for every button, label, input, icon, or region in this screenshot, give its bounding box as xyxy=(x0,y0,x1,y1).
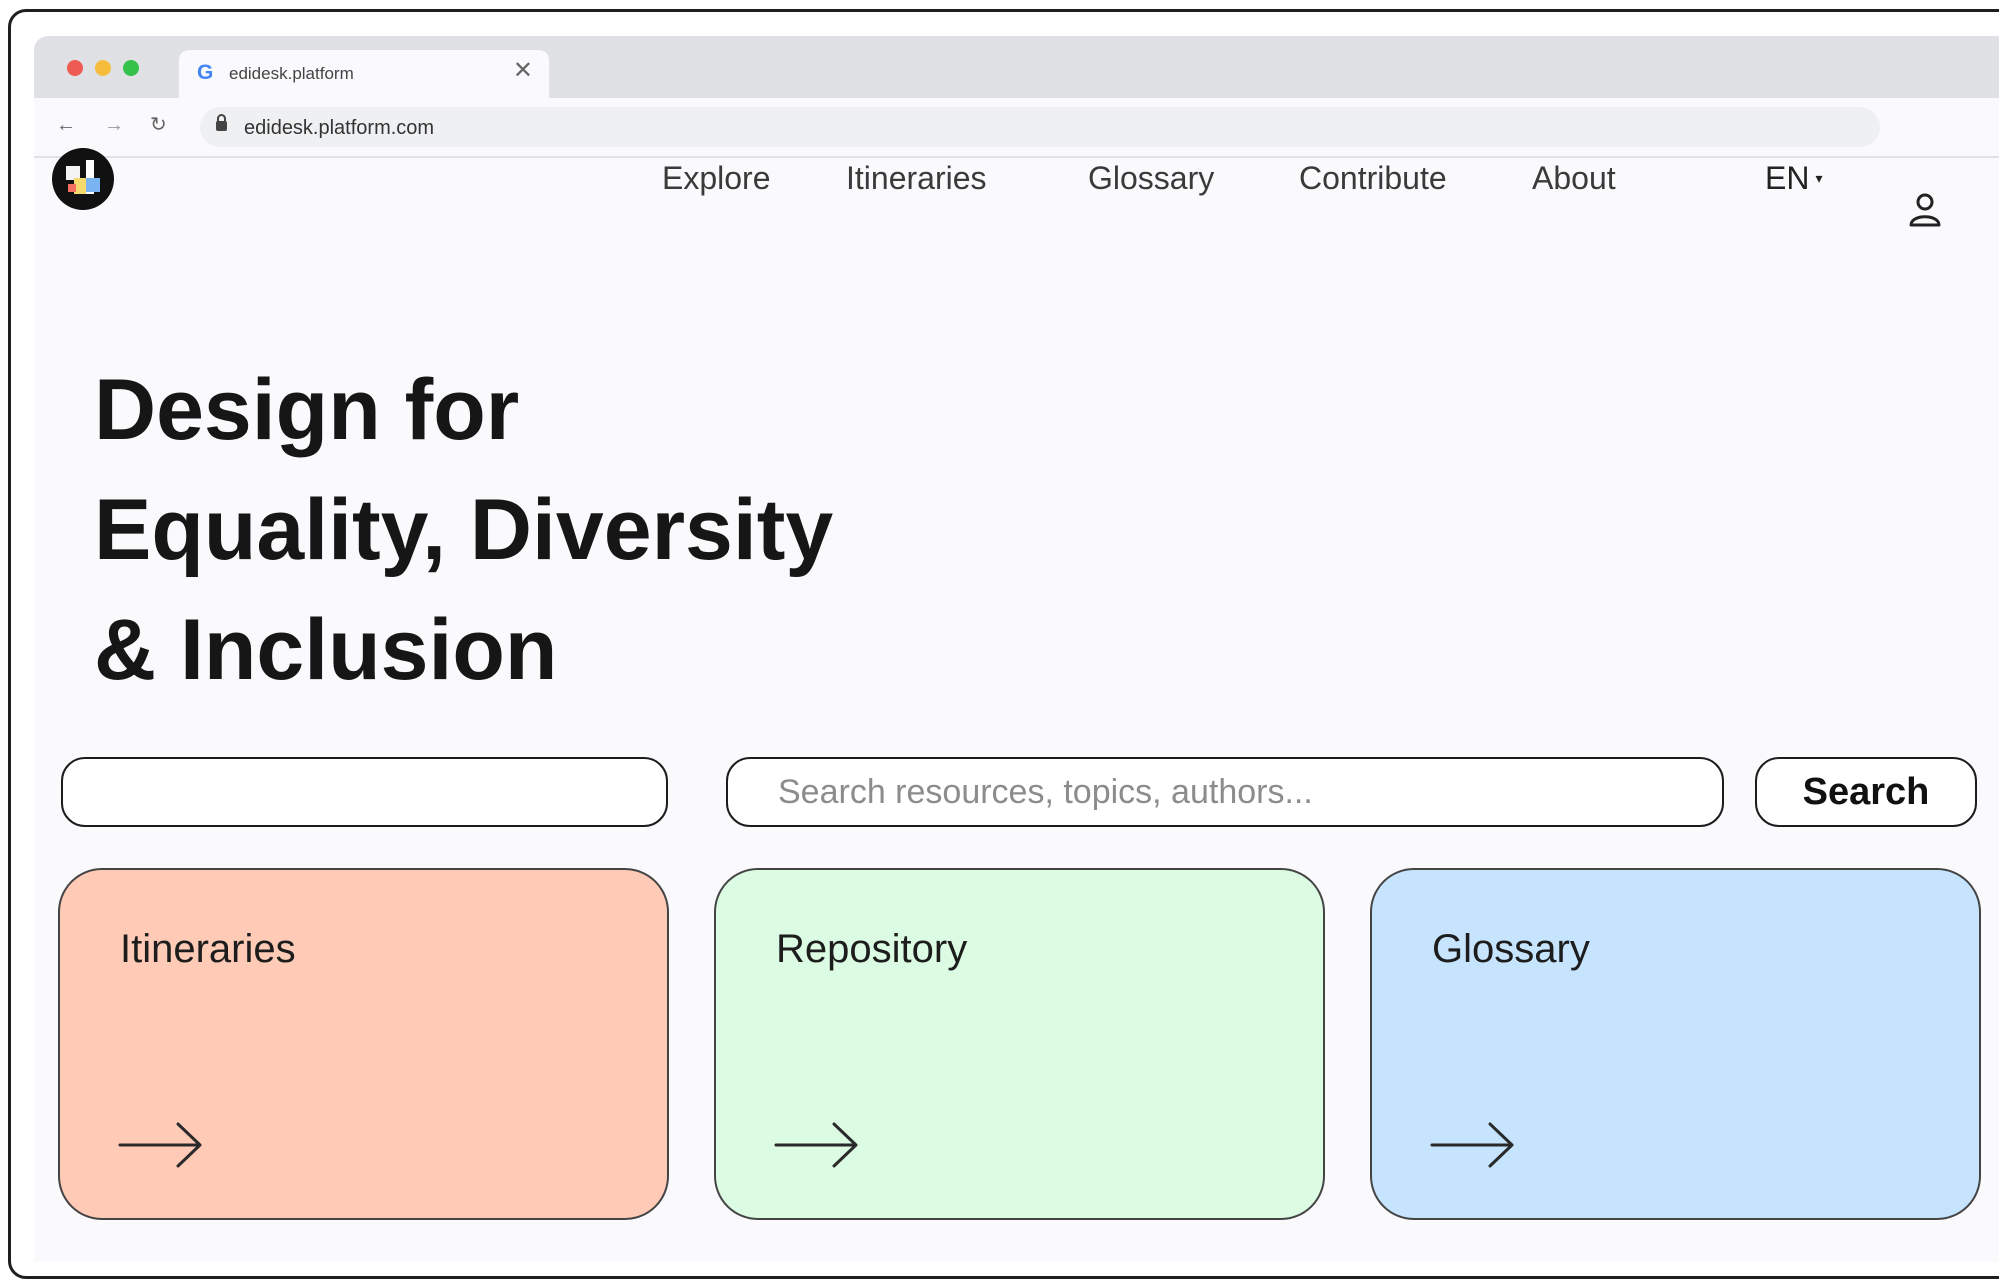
site-logo[interactable] xyxy=(52,148,114,210)
card-itineraries[interactable]: Itineraries xyxy=(58,868,669,1220)
lock-icon xyxy=(216,114,227,131)
nav-explore[interactable]: Explore xyxy=(662,160,771,196)
hero-heading: Design for Equality, Diversity & Inclusi… xyxy=(94,350,833,710)
hero-line: Equality, Diversity xyxy=(94,482,834,578)
nav-contribute[interactable]: Contribute xyxy=(1299,160,1447,196)
card-title: Repository xyxy=(776,927,968,971)
search-button[interactable]: Search xyxy=(1755,757,1977,827)
language-selector[interactable]: EN ▾ xyxy=(1765,160,1822,202)
hero-line: Design for xyxy=(94,362,520,458)
url-text: edidesk.platform.com xyxy=(244,117,435,139)
tab-close-icon[interactable]: ✕ xyxy=(513,59,533,83)
chevron-down-icon: ▾ xyxy=(1815,170,1823,186)
user-icon[interactable] xyxy=(1908,192,1942,228)
card-repository[interactable]: Repository xyxy=(714,868,1325,1220)
google-favicon-icon: G xyxy=(197,61,214,84)
nav-glossary[interactable]: Glossary xyxy=(1088,160,1214,196)
maximize-window-button[interactable] xyxy=(123,60,139,76)
hero-line: & Inclusion xyxy=(94,602,558,698)
url-field[interactable]: edidesk.platform.com xyxy=(200,107,1880,147)
language-label: EN xyxy=(1765,160,1810,196)
filter-input[interactable] xyxy=(61,757,668,827)
nav-about[interactable]: About xyxy=(1532,160,1616,196)
close-window-button[interactable] xyxy=(67,60,83,76)
search-input[interactable] xyxy=(726,757,1724,827)
card-title: Glossary xyxy=(1432,927,1590,971)
forward-arrow-icon[interactable]: → xyxy=(104,114,124,136)
right-arrow-icon xyxy=(118,1122,202,1168)
card-title: Itineraries xyxy=(120,927,296,971)
back-arrow-icon[interactable]: ← xyxy=(56,114,76,136)
tab-bar: G edidesk.platform ✕ xyxy=(34,36,1999,98)
reload-icon[interactable]: ↻ xyxy=(150,114,167,136)
card-glossary[interactable]: Glossary xyxy=(1370,868,1981,1220)
minimize-window-button[interactable] xyxy=(95,60,111,76)
tab-title: edidesk.platform xyxy=(229,64,354,83)
browser-tab[interactable]: G edidesk.platform ✕ xyxy=(179,50,549,98)
address-bar: ← → ↻ edidesk.platform.com xyxy=(34,98,1999,158)
right-arrow-icon xyxy=(774,1122,858,1168)
nav-itineraries[interactable]: Itineraries xyxy=(846,160,987,196)
right-arrow-icon xyxy=(1430,1122,1514,1168)
